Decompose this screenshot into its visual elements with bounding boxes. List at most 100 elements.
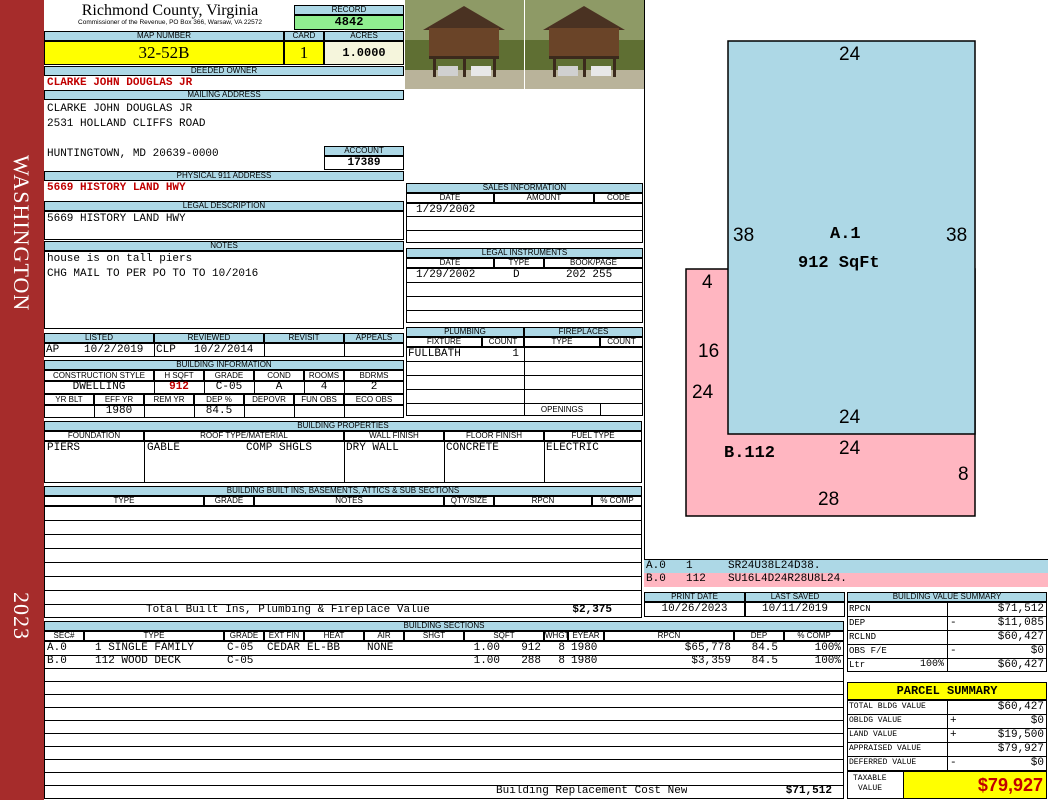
replacement-label: Building Replacement Cost New (496, 785, 688, 797)
sections-cell: 8 (558, 655, 565, 667)
rule-line (144, 441, 145, 483)
sections-cell: $65,778 (684, 642, 731, 654)
sections-cell: 1980 (571, 655, 598, 667)
parcel-summary-label: APPRAISED VALUE (849, 744, 922, 753)
rule-line (44, 707, 844, 708)
sketch-label-b: B.112 (724, 444, 776, 463)
dim-a-bottom: 24 (839, 407, 861, 428)
sections-cell: 100% (814, 655, 841, 667)
appeals-header: APPEALS (344, 333, 404, 343)
legend-a-code: A.0 (646, 560, 666, 572)
record-value: 4842 (294, 15, 404, 30)
parcel-summary-value: $79,927 (997, 743, 1044, 755)
building-properties-col-header: FUEL TYPE (544, 431, 642, 441)
dim-b-28: 28 (818, 489, 840, 510)
last-saved-value: 10/11/2019 (745, 602, 845, 617)
deeded-owner-header: DEEDED OWNER (44, 66, 404, 76)
sections-cell: C-05 (227, 655, 254, 667)
value-summary-label: RPCN (849, 604, 871, 614)
listed-by: AP (46, 344, 60, 356)
building-info-value2: 1980 (105, 405, 133, 417)
sections-cell: B.0 (47, 655, 67, 667)
rule-line (947, 700, 948, 771)
building-info-col-header: ROOMS (304, 370, 344, 381)
print-date-value: 10/26/2023 (644, 602, 745, 617)
rule-line (406, 389, 643, 390)
building-info-value: 912 (169, 381, 189, 393)
legal-description-value: 5669 HISTORY LAND HWY (47, 213, 186, 225)
sections-cell: 84.5 (751, 655, 778, 667)
sections-cell: 288 (521, 655, 541, 667)
built-ins-total-value: $2,375 (572, 604, 612, 616)
rule-line (44, 733, 844, 734)
rule-line (144, 405, 145, 418)
building-info-col-header: CONSTRUCTION STYLE (44, 370, 154, 381)
rule-line (444, 441, 445, 483)
physical-address-value: 5669 HISTORY LAND HWY (47, 182, 186, 194)
rule-line (494, 193, 495, 203)
value-summary-header: BUILDING VALUE SUMMARY (847, 592, 1047, 602)
mailing-line-4: HUNTINGTOWN, MD 20639-0000 (47, 148, 219, 160)
mailing-address-header: MAILING ADDRESS (44, 90, 404, 100)
sales-header: SALES INFORMATION (406, 183, 643, 193)
building-info-col-header: H SQFT (154, 370, 204, 381)
notes-line-2: CHG MAIL TO PER PO TO TO 10/2016 (47, 268, 259, 280)
building-info-col-header2: ECO OBS (344, 394, 404, 405)
sections-cell: NONE (367, 642, 394, 654)
building-properties-col-header: ROOF TYPE/MATERIAL (144, 431, 344, 441)
dim-b-16: 16 (698, 341, 720, 362)
building-info-col-header: COND (254, 370, 304, 381)
value-summary-sign: - (950, 617, 957, 629)
building-info-col-header2: YR BLT (44, 394, 94, 405)
taxable-label-2: VALUE (858, 784, 883, 793)
sections-col-header: GRADE (224, 631, 264, 641)
rule-line (344, 405, 345, 418)
rule-line (600, 403, 601, 416)
parcel-summary-label: TOTAL BLDG VALUE (849, 702, 926, 711)
built-ins-col-header: NOTES (254, 496, 444, 506)
band-year: 2023 (9, 592, 34, 640)
account-value: 17389 (324, 156, 404, 170)
value-summary-label: OBS F/E (849, 646, 887, 656)
mailing-line-2: 2531 HOLLAND CLIFFS ROAD (47, 118, 206, 130)
floor-finish-value: CONCRETE (446, 442, 499, 454)
roof-type-value: GABLE (147, 442, 181, 454)
building-info-value: 2 (370, 381, 378, 393)
dim-a-right: 38 (946, 225, 968, 246)
wall-finish-value: DRY WALL (346, 442, 399, 454)
sections-col-header: RPCN (604, 631, 734, 641)
rule-line (44, 720, 844, 721)
rule-line (44, 520, 642, 521)
value-summary-value: $60,427 (997, 659, 1044, 671)
rule-line (44, 694, 844, 695)
dim-b-top: 24 (839, 438, 861, 459)
plumbing-col-header: COUNT (482, 337, 524, 347)
built-ins-total-label: Total Built Ins, Plumbing & Fireplace Va… (146, 604, 430, 616)
legend-b-num: 112 (686, 573, 706, 585)
legal-instruments-col-header: BOOK/PAGE (544, 258, 643, 268)
dim-a-left: 38 (733, 225, 755, 246)
sections-cell: 8 (558, 642, 565, 654)
building-info-header: BUILDING INFORMATION (44, 360, 404, 370)
sections-cell: CEDAR (267, 642, 301, 654)
legal-instruments-col-header: TYPE (494, 258, 544, 268)
sales-col-header: AMOUNT (494, 193, 594, 203)
fireplaces-col-header: COUNT (600, 337, 643, 347)
record-header: RECORD (294, 5, 404, 15)
physical-address-header: PHYSICAL 911 ADDRESS (44, 171, 404, 181)
value-summary-pct: 100% (919, 659, 944, 670)
dim-a-top: 24 (839, 44, 861, 65)
legal-description-header: LEGAL DESCRIPTION (44, 201, 404, 211)
taxable-label-1: TAXABLE (853, 774, 887, 783)
building-info-col-header2: EFF YR (94, 394, 144, 405)
sections-cell: A.0 (47, 642, 67, 654)
print-date-header: PRINT DATE (644, 592, 745, 602)
sections-col-header: AIR (364, 631, 404, 641)
notes-line-1: house is on tall piers (47, 253, 193, 265)
taxable-value: $79,927 (903, 771, 1047, 799)
rule-line (594, 193, 595, 203)
value-summary-value: $71,512 (997, 603, 1044, 615)
parcel-summary-value: $60,427 (997, 701, 1044, 713)
building-properties-header: BUILDING PROPERTIES (44, 421, 642, 431)
sketch-legend-b: B.0 112 SU16L4D24R28U8L24. (644, 573, 1048, 587)
